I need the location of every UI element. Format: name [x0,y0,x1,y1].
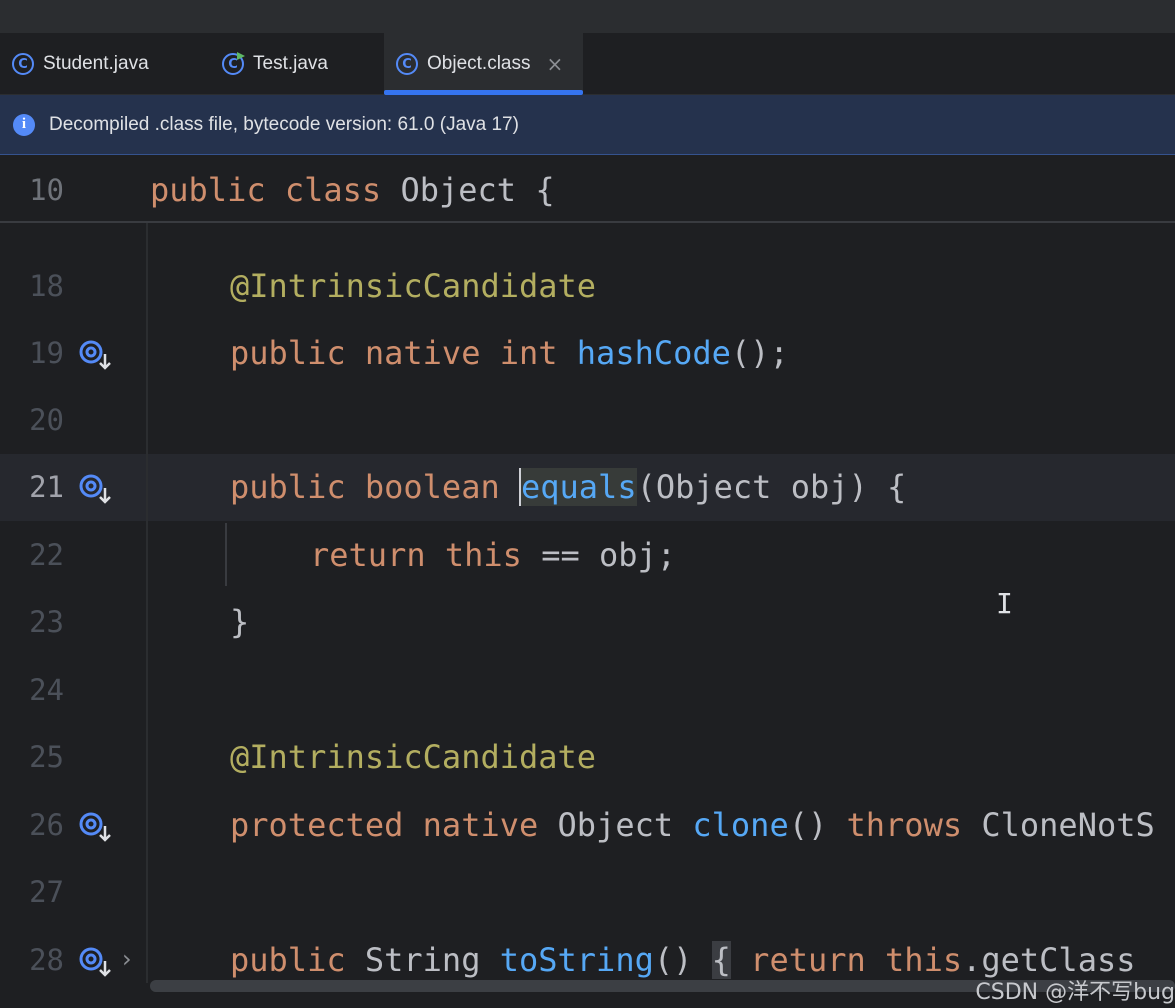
code-row: 19 public native int hashCode(); [0,320,1175,387]
folded-region-brace: { [711,941,731,979]
code-line: @IntrinsicCandidate [230,738,597,776]
sticky-scope-line[interactable]: 10 public class Object { [0,155,1175,223]
class-icon: C [396,53,418,75]
code-row: 18 @IntrinsicCandidate [0,253,1175,320]
tab-object-class[interactable]: C Object.class × [384,33,583,95]
tab-test-java[interactable]: C Test.java [210,33,375,95]
override-gutter-icon[interactable] [78,471,114,507]
tab-label: Object.class [427,53,531,74]
editor-tab-bar: C Student.java C Test.java C Object.clas… [0,33,1175,95]
line-number: 22 [29,538,64,572]
tab-label: Test.java [253,53,328,74]
line-number: 28 [29,943,64,977]
class-icon: C [12,53,34,75]
line-number: 26 [29,808,64,842]
code-line: @IntrinsicCandidate [230,267,597,305]
code-row: 20 [0,387,1175,454]
code-line: public class Object { [150,171,555,209]
tab-student-java[interactable]: C Student.java [0,33,200,95]
banner-text: Decompiled .class file, bytecode version… [49,113,519,135]
selected-identifier: equals [518,468,637,506]
title-bar [0,0,1175,33]
current-code-row: 21 public boolean equals(Object obj) { [0,454,1175,521]
text-cursor-icon: I [996,587,1013,620]
code-line: return this == obj; [310,536,677,574]
close-icon[interactable]: × [546,52,563,76]
line-number: 27 [29,875,64,909]
gutter-separator [146,223,148,983]
code-line: protected native Object clone() throws C… [230,806,1155,844]
override-gutter-icon[interactable] [78,809,114,845]
code-row: 25 @IntrinsicCandidate [0,724,1175,791]
override-gutter-icon[interactable] [78,337,114,373]
code-line: public native int hashCode(); [230,334,789,372]
line-number: 19 [29,336,64,370]
tab-label: Student.java [43,53,149,74]
info-icon: i [13,113,35,136]
code-line: public boolean equals(Object obj) { [230,468,907,506]
chevron-right-icon[interactable]: › [122,945,132,973]
line-number: 21 [29,470,64,504]
code-row: 27 [0,859,1175,926]
override-gutter-icon[interactable] [78,944,114,980]
code-row: 22 return this == obj; [0,522,1175,589]
runnable-class-icon: C [222,53,244,75]
code-row: 24 [0,657,1175,724]
code-line: } [230,603,250,641]
line-number: 18 [29,269,64,303]
code-editor[interactable]: 10 public class Object { 18 @IntrinsicCa… [0,155,1175,1008]
line-number: 20 [29,403,64,437]
line-number: 25 [29,740,64,774]
line-number: 24 [29,673,64,707]
decompiled-notification-banner: i Decompiled .class file, bytecode versi… [0,95,1175,155]
line-number: 23 [29,605,64,639]
watermark: CSDN @洋不写bug [975,980,1175,1005]
code-row: 26 protected native Object clone() throw… [0,792,1175,859]
line-number: 10 [29,173,64,207]
